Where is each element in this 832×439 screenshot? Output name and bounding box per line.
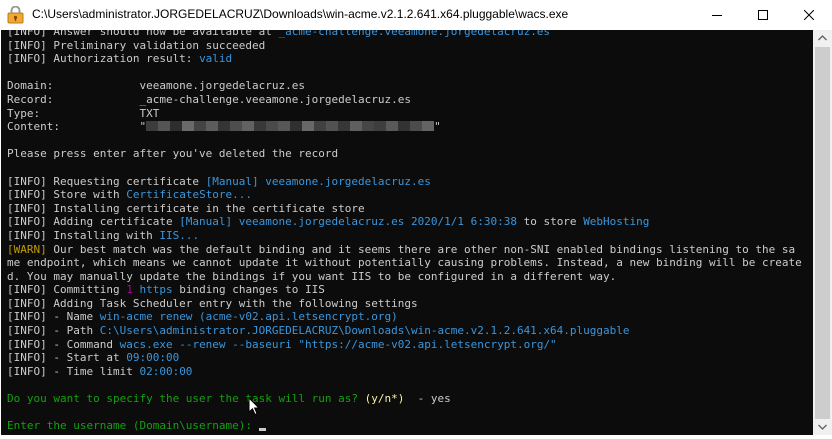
chevron-up-icon <box>818 35 827 41</box>
console-line: Record: _acme-challenge.veeamone.jorgede… <box>7 93 813 107</box>
console-text: Type: TXT <box>7 106 160 120</box>
console-line: d. You may manually update the bindings … <box>7 270 813 284</box>
console-text: [INFO] Committing <box>7 283 127 297</box>
scroll-thumb[interactable] <box>815 47 830 419</box>
console-text: https <box>139 283 173 297</box>
console-text: wacs.exe --renew --baseuri "https://acme… <box>119 337 557 351</box>
console-window: C:\Users\administrator.JORGEDELACRUZ\Dow… <box>0 0 832 435</box>
console-output[interactable]: [INFO] Answer should now be available at… <box>1 30 813 435</box>
console-text: [INFO] - Name <box>7 310 100 324</box>
console-text: win-acme renew (acme-v02.api.letsencrypt… <box>99 310 398 324</box>
console-text: binding changes to IIS <box>172 283 325 297</box>
console-line: Please press enter after you've deleted … <box>7 147 813 161</box>
console-text: [INFO] Adding certificate <box>7 215 180 229</box>
text-cursor <box>258 428 266 432</box>
console-line: [INFO] Committing 1 https binding change… <box>7 283 813 297</box>
maximize-icon <box>758 10 768 20</box>
console-line: [INFO] - Path C:\Users\administrator.JOR… <box>7 324 813 338</box>
console-text: 09:00:00 <box>126 351 180 365</box>
vertical-scrollbar[interactable] <box>813 30 832 435</box>
console-lines: [INFO] Answer should now be available at… <box>7 30 813 433</box>
minimize-icon <box>712 15 722 16</box>
console-line: [INFO] Adding Task Scheduler entry with … <box>7 297 813 311</box>
console-line: [INFO] Store with CertificateStore... <box>7 188 813 202</box>
console-text: [INFO] Installing certificate in the cer… <box>7 201 365 215</box>
console-text: [INFO] Store with <box>7 188 127 202</box>
console-text: C:\Users\administrator.JORGEDELACRUZ\Dow… <box>99 324 630 338</box>
redacted-content <box>146 120 435 133</box>
close-button[interactable] <box>786 0 832 30</box>
console-text: [WARN] <box>7 242 47 256</box>
console-text: (y/n*) <box>364 392 405 406</box>
console-text: [INFO] - Path <box>7 324 100 338</box>
console-text: [INFO] Preliminary validation succeeded <box>7 38 266 52</box>
console-line: [INFO] Installing certificate in the cer… <box>7 202 813 216</box>
console-text: [INFO] - Command <box>7 337 120 351</box>
console-text: 1 <box>126 283 133 297</box>
console-text: Our best match was the default binding a… <box>46 242 796 256</box>
scroll-down-button[interactable] <box>813 418 832 435</box>
console-text: 02:00:00 <box>139 364 193 378</box>
console-line: [INFO] - Time limit 02:00:00 <box>7 365 813 379</box>
console-line: [INFO] Preliminary validation succeeded <box>7 39 813 53</box>
scroll-up-button[interactable] <box>813 30 832 47</box>
console-text: - yes <box>404 392 451 406</box>
console-text: [Manual] veeamone.jorgedelacruz.es 2020/… <box>179 215 517 229</box>
console-line: me endpoint, which means we cannot updat… <box>7 256 813 270</box>
console-line: Content: " " <box>7 120 813 134</box>
title-bar[interactable]: C:\Users\administrator.JORGEDELACRUZ\Dow… <box>0 0 832 30</box>
console-text: Please press enter after you've deleted … <box>7 147 339 161</box>
console-line: Domain: veeamone.jorgedelacruz.es <box>7 79 813 93</box>
chevron-down-icon <box>818 424 827 430</box>
console-line: Do you want to specify the user the task… <box>7 392 813 406</box>
console-text: [INFO] Installing with <box>7 228 160 242</box>
console-text: _acme-challenge.veeamone.jorgedelacruz.e… <box>278 30 551 38</box>
console-line: [INFO] Authorization result: valid <box>7 52 813 66</box>
console-text: IIS... <box>159 228 200 242</box>
console-text: WebHosting <box>583 215 650 229</box>
maximize-button[interactable] <box>740 0 786 30</box>
console-line: [INFO] Installing with IIS... <box>7 229 813 243</box>
console-text: Domain: veeamone.jorgedelacruz.es <box>7 79 306 93</box>
console-text: Record: _acme-challenge.veeamone.jorgede… <box>7 92 411 106</box>
minimize-button[interactable] <box>694 0 740 30</box>
console-line: [INFO] Adding certificate [Manual] veeam… <box>7 215 813 229</box>
console-line: [INFO] Answer should now be available at… <box>7 30 813 39</box>
console-text: me endpoint, which means we cannot updat… <box>7 256 802 270</box>
console-line: [INFO] - Start at 09:00:00 <box>7 351 813 365</box>
console-line: [INFO] - Command wacs.exe --renew --base… <box>7 338 813 352</box>
mouse-pointer-icon <box>248 397 260 416</box>
console-line: [WARN] Our best match was the default bi… <box>7 243 813 257</box>
console-text: [INFO] Adding Task Scheduler entry with … <box>7 296 418 310</box>
console-text: valid <box>199 52 233 66</box>
console-line: [INFO] - Name win-acme renew (acme-v02.a… <box>7 310 813 324</box>
key-icon <box>7 6 24 24</box>
console-line: Enter the username (Domain\username): <box>7 419 813 433</box>
console-text: [INFO] - Time limit <box>7 364 140 378</box>
console-line: Type: TXT <box>7 107 813 121</box>
console-text: [Manual] veeamone.jorgedelacruz.es <box>205 174 431 188</box>
console-text: [INFO] Answer should now be available at <box>7 30 279 38</box>
console-text: [INFO] - Start at <box>7 351 127 365</box>
console-text: Content: " <box>7 120 147 134</box>
console-text: [INFO] Authorization result: <box>7 52 200 66</box>
console-line: [INFO] Requesting certificate [Manual] v… <box>7 175 813 189</box>
console-text: to store <box>516 215 584 229</box>
console-text: d. You may manually update the bindings … <box>7 269 617 283</box>
console-text: " <box>434 120 441 134</box>
close-icon <box>804 10 814 20</box>
window-title: C:\Users\administrator.JORGEDELACRUZ\Dow… <box>32 7 569 21</box>
console-text: Do you want to specify the user the task… <box>7 392 365 406</box>
console-text: [INFO] Requesting certificate <box>7 174 206 188</box>
console-text: Enter the username (Domain\username): <box>7 419 259 433</box>
console-text: CertificateStore... <box>126 188 253 202</box>
